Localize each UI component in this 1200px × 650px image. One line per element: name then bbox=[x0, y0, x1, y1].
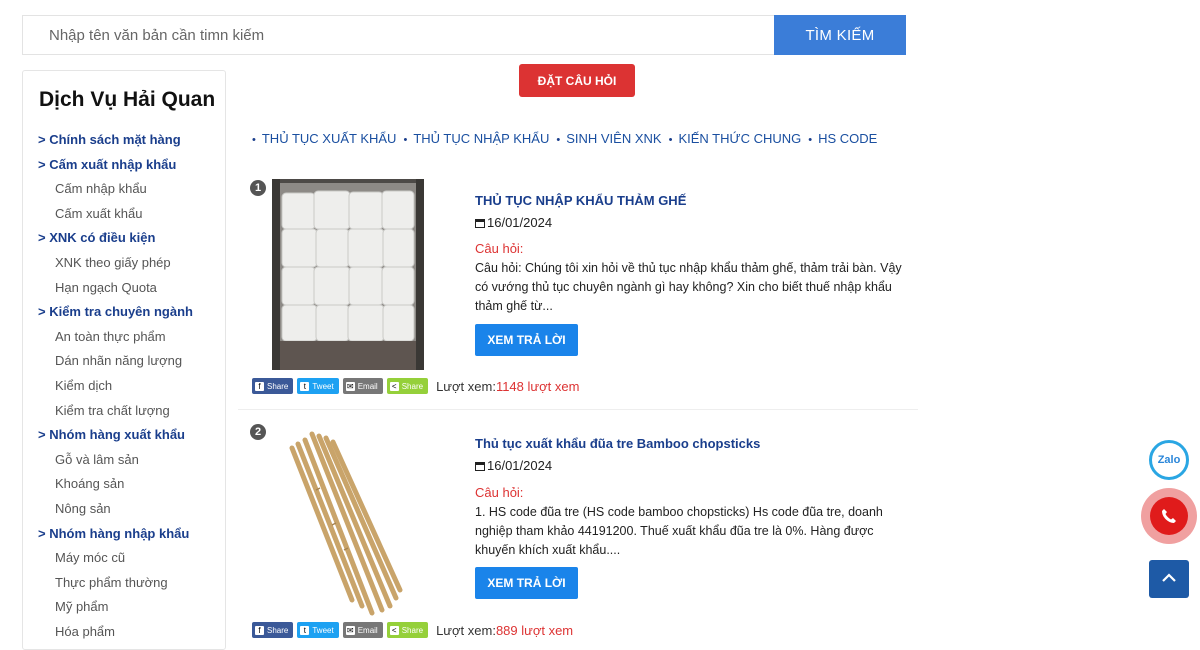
nav-bullet: • bbox=[252, 134, 256, 146]
email-share-button[interactable]: ✉ Email bbox=[342, 378, 383, 394]
sidebar-category[interactable]: > Nhóm hàng nhập khẩu bbox=[38, 522, 193, 547]
view-answer-button[interactable]: XEM TRẢ LỜI bbox=[475, 324, 578, 356]
sidebar-category[interactable]: > XNK có điều kiện bbox=[38, 226, 193, 251]
share-icon: < bbox=[389, 381, 399, 391]
sidebar-title: Dịch Vụ Hải Quan bbox=[39, 88, 216, 111]
email-icon: ✉ bbox=[345, 381, 355, 391]
email-icon: ✉ bbox=[345, 625, 355, 635]
category-nav-link[interactable]: HS CODE bbox=[818, 131, 877, 146]
item-date: 16/01/2024 bbox=[475, 215, 552, 230]
facebook-icon: f bbox=[255, 625, 264, 635]
sidebar-subitem[interactable]: Cấm xuất khẩu bbox=[38, 202, 193, 227]
nav-bullet: • bbox=[403, 134, 408, 146]
email-share-button[interactable]: ✉ Email bbox=[342, 622, 383, 638]
view-answer-button[interactable]: XEM TRẢ LỜI bbox=[475, 567, 578, 599]
sidebar-subitem[interactable]: An toàn thực phẩm bbox=[38, 325, 193, 350]
back-to-top-button[interactable] bbox=[1149, 560, 1189, 598]
question-item: 1 THỦ TỤC NHẬP KHẨU THẢM GHẾ 16/01/2024 … bbox=[238, 179, 918, 399]
sidebar-subitem[interactable]: Hạn ngạch Quota bbox=[38, 276, 193, 301]
question-excerpt: Câu hỏi: Chúng tôi xin hỏi về thủ tục nh… bbox=[475, 261, 902, 313]
facebook-share-button[interactable]: f Share bbox=[252, 378, 294, 394]
zalo-chat-button[interactable]: Zalo bbox=[1149, 440, 1189, 480]
question-excerpt: 1. HS code đũa tre (HS code bamboo chops… bbox=[475, 505, 883, 557]
sidebar: Dịch Vụ Hải Quan > Chính sách mặt hàng > … bbox=[22, 70, 226, 650]
twitter-share-button[interactable]: t Tweet bbox=[297, 622, 339, 638]
item-date-text: 16/01/2024 bbox=[487, 215, 553, 230]
bamboo-chopsticks-image[interactable] bbox=[272, 430, 424, 621]
nav-bullet: • bbox=[668, 134, 673, 146]
nav-bullet: • bbox=[808, 134, 813, 146]
sidebar-category[interactable]: > Nhóm hàng xuất khẩu bbox=[38, 423, 193, 448]
facebook-share-button[interactable]: f Share bbox=[252, 622, 294, 638]
chevron-up-icon bbox=[1162, 573, 1176, 582]
search-input[interactable] bbox=[23, 16, 776, 54]
sidebar-category[interactable]: > Cấm xuất nhập khẩu bbox=[38, 153, 193, 178]
question-label: Câu hỏi: bbox=[475, 241, 524, 256]
generic-share-button[interactable]: < Share bbox=[386, 378, 429, 394]
view-count: Lượt xem:1148 lượt xem bbox=[436, 378, 580, 394]
facebook-icon: f bbox=[255, 381, 264, 391]
nav-bullet: • bbox=[556, 134, 561, 146]
category-nav-link[interactable]: THỦ TỤC XUẤT KHẨU bbox=[262, 131, 397, 146]
search-bar: TÌM KIẾM bbox=[22, 15, 906, 55]
carpet-bales-image[interactable] bbox=[272, 179, 424, 370]
category-nav-link[interactable]: KIẾN THỨC CHUNG bbox=[678, 131, 801, 146]
twitter-share-button[interactable]: t Tweet bbox=[297, 378, 339, 394]
sidebar-subitem[interactable]: Gỗ và lâm sản bbox=[38, 448, 193, 473]
category-nav-link[interactable]: SINH VIÊN XNK bbox=[566, 131, 661, 146]
sidebar-subitem[interactable]: Cấm nhập khẩu bbox=[38, 177, 193, 202]
category-nav: • THỦ TỤC XUẤT KHẨU • THỦ TỤC NHẬP KHẨU • SIN… bbox=[252, 131, 884, 146]
sidebar-subitem[interactable]: Máy móc cũ bbox=[38, 546, 193, 571]
phone-icon bbox=[1162, 509, 1176, 523]
sidebar-subitem[interactable]: Thực phẩm thường bbox=[38, 571, 193, 596]
sidebar-subitem[interactable]: Dán nhãn năng lượng bbox=[38, 349, 193, 374]
category-nav-link[interactable]: THỦ TỤC NHẬP KHẨU bbox=[413, 131, 549, 146]
sidebar-subitem[interactable]: Khoáng sản bbox=[38, 472, 193, 497]
item-date-text: 16/01/2024 bbox=[487, 458, 553, 473]
sidebar-subitem[interactable]: Nông sản bbox=[38, 497, 193, 522]
search-button[interactable]: TÌM KIẾM bbox=[774, 15, 906, 55]
item-title-link[interactable]: Thủ tục xuất khẩu đũa tre Bamboo chopsti… bbox=[475, 436, 760, 451]
sidebar-subitem[interactable]: Hóa phẩm bbox=[38, 620, 193, 645]
phone-call-button[interactable] bbox=[1150, 497, 1188, 535]
twitter-icon: t bbox=[300, 381, 310, 391]
sidebar-category[interactable]: > Kiểm tra chuyên ngành bbox=[38, 300, 193, 325]
item-date: 16/01/2024 bbox=[475, 458, 552, 473]
sidebar-subitem[interactable]: Mỹ phẩm bbox=[38, 595, 193, 620]
share-row: f Share t Tweet ✉ Email < Share Lượt xem:889… bbox=[252, 622, 573, 638]
sidebar-menu: > Chính sách mặt hàng > Cấm xuất nhập khẩ… bbox=[38, 128, 193, 644]
item-title-link[interactable]: THỦ TỤC NHẬP KHẨU THẢM GHẾ bbox=[475, 193, 686, 208]
calendar-icon bbox=[475, 462, 485, 471]
question-label: Câu hỏi: bbox=[475, 485, 524, 500]
view-count: Lượt xem:889 lượt xem bbox=[436, 622, 574, 638]
sidebar-subitem[interactable]: XNK theo giấy phép bbox=[38, 251, 193, 276]
sidebar-subitem[interactable]: Kiểm dịch bbox=[38, 374, 193, 399]
ask-question-button[interactable]: ĐẶT CÂU HỎI bbox=[519, 64, 635, 97]
share-icon: < bbox=[389, 625, 399, 635]
calendar-icon bbox=[475, 219, 485, 228]
generic-share-button[interactable]: < Share bbox=[386, 622, 429, 638]
item-index-badge: 1 bbox=[250, 180, 266, 196]
twitter-icon: t bbox=[300, 625, 310, 635]
share-row: f Share t Tweet ✉ Email < Share Lượt xem:114… bbox=[252, 378, 579, 394]
question-item: 2 Thủ tục xuất khẩu đũa tre Bamboo chops… bbox=[238, 424, 918, 644]
sidebar-category[interactable]: > Chính sách mặt hàng bbox=[38, 128, 193, 153]
sidebar-subitem[interactable]: Kiểm tra chất lượng bbox=[38, 399, 193, 424]
item-index-badge: 2 bbox=[250, 424, 266, 440]
item-divider bbox=[238, 409, 918, 410]
